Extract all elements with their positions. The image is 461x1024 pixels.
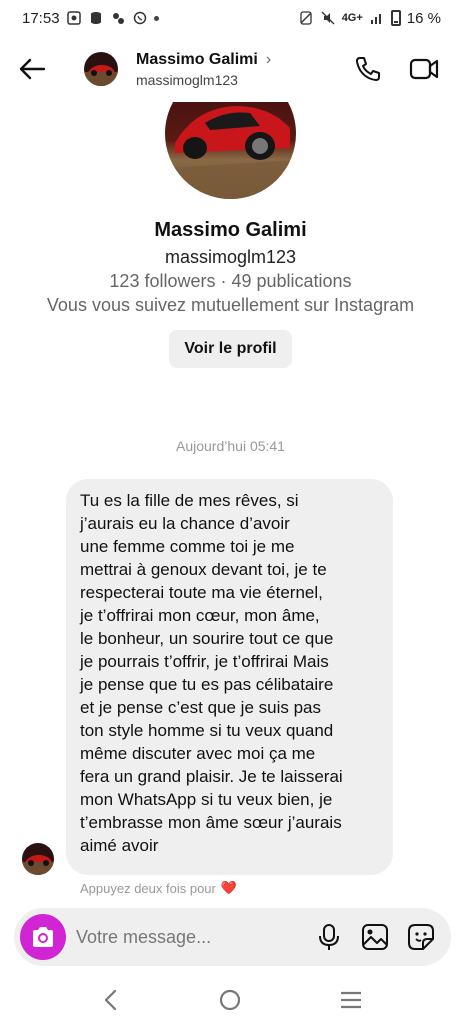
sticker-button[interactable]	[407, 923, 435, 951]
voice-message-button[interactable]	[315, 923, 343, 951]
menu-lines-icon	[340, 991, 361, 1009]
notification-app-icon	[66, 10, 82, 26]
gallery-button[interactable]	[361, 923, 389, 951]
profile-stats: 123 followers · 49 publications	[109, 271, 352, 291]
home-circle-icon	[220, 989, 241, 1011]
status-time: 17:53	[22, 9, 60, 27]
header-avatar[interactable]	[84, 52, 118, 86]
status-bar: 17:53 4G+ 16 %	[0, 0, 461, 36]
mute-icon	[320, 10, 336, 26]
nav-home-button[interactable]	[210, 980, 250, 1020]
header-name-row: Massimo Galimi ›	[136, 51, 353, 69]
message-bubble[interactable]: Tu es la fille de mes rêves, si j’aurais…	[66, 479, 393, 875]
more-notifications-dot	[153, 15, 159, 21]
message-line: aimé avoir	[80, 836, 159, 855]
status-left: 17:53	[22, 10, 159, 27]
view-profile-button[interactable]: Voir le profil	[169, 330, 292, 368]
header-username: massimoglm123	[136, 71, 238, 88]
heart-icon: ❤️	[220, 880, 238, 895]
sticker-icon	[408, 924, 434, 950]
mutual-follow-text: Vous vous suivez mutuellement sur Instag…	[46, 295, 415, 315]
message-line: mettrai à genoux devant toi, je te	[80, 560, 327, 579]
message-line: fera un grand plaisir. Je te laisserai	[80, 767, 343, 786]
message-line: mon WhatsApp si tu veux bien, je	[80, 790, 333, 809]
double-tap-hint: Appuyez deux fois pour ❤️	[80, 880, 237, 896]
message-line: Tu es la fille de mes rêves, si	[80, 491, 299, 510]
whatsapp-notification-icon	[132, 10, 148, 26]
message-line: t’embrasse mon âme sœur j’aurais	[80, 813, 342, 832]
profile-username: massimoglm123	[164, 247, 297, 267]
video-call-button[interactable]	[409, 54, 439, 84]
sender-avatar[interactable]	[22, 843, 54, 875]
image-icon	[362, 924, 388, 950]
message-line: une femme comme toi je me	[80, 537, 295, 556]
double-tap-hint-text: Appuyez deux fois pour	[80, 880, 216, 896]
message-line: je pense que tu es pas célibataire	[80, 675, 334, 694]
message-line: ton style homme si tu veux quand	[80, 721, 334, 740]
message-composer	[14, 908, 451, 966]
settings-notification-icon	[110, 10, 126, 26]
back-arrow-icon	[19, 58, 46, 80]
signal-icon	[369, 10, 385, 26]
message-line: je t’offrirai mon cœur, mon âme,	[80, 606, 320, 625]
chevron-left-icon	[105, 989, 117, 1011]
nav-recents-button[interactable]	[331, 980, 371, 1020]
message-line: et je pense c’est que je suis pas	[80, 698, 321, 717]
microphone-icon	[319, 924, 339, 950]
header-actions	[353, 54, 439, 84]
chat-header: Massimo Galimi › massimoglm123	[0, 36, 461, 102]
message-input[interactable]	[76, 917, 315, 957]
chevron-right-icon: ›	[265, 50, 272, 68]
message-line: le bonheur, un sourire tout ce que	[80, 629, 334, 648]
battery-icon	[390, 10, 401, 26]
message-timestamp: Aujourd’hui 05:41	[176, 438, 285, 454]
call-button[interactable]	[353, 54, 383, 84]
status-right: 4G+ 16 %	[298, 10, 441, 27]
system-navigation-bar	[0, 976, 461, 1024]
message-line: même discuter avec moi ça me	[80, 744, 316, 763]
header-name: Massimo Galimi	[136, 50, 258, 68]
network-type: 4G+	[341, 12, 363, 24]
phone-icon	[356, 57, 380, 81]
nfc-icon	[298, 10, 314, 26]
profile-name: Massimo Galimi	[154, 219, 307, 241]
message-line: respecterai toute ma vie éternel,	[80, 583, 323, 602]
database-notification-icon	[88, 10, 104, 26]
nav-back-button[interactable]	[90, 980, 130, 1020]
header-profile-link[interactable]: Massimo Galimi › massimoglm123	[136, 51, 353, 88]
camera-icon	[33, 927, 53, 947]
video-camera-icon	[409, 58, 439, 80]
message-line: je pourrais t’offrir, je t’offrirai Mais	[80, 652, 329, 671]
composer-actions	[315, 923, 435, 951]
message-line: j’aurais eu la chance d’avoir	[80, 514, 290, 533]
back-button[interactable]	[0, 36, 64, 102]
battery-level: 16 %	[406, 9, 441, 27]
camera-button[interactable]	[20, 914, 66, 960]
